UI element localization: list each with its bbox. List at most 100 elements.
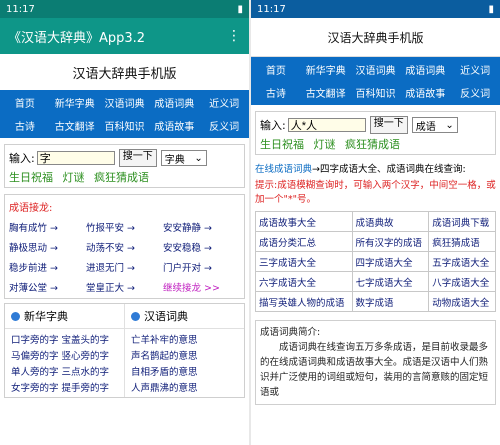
continue-jielong-link[interactable]: 继续接龙 >>	[163, 280, 240, 294]
table-cell[interactable]: 六字成语大全	[255, 271, 353, 292]
nav-bar: 首页 新华字典 汉语词典 成语词典 近义词 古诗 古文翻译 百科知识 成语故事 …	[251, 57, 500, 105]
nav-item[interactable]: 反义词	[199, 118, 249, 133]
table-row: 描写英雄人物的成语 数字成语 动物成语大全	[255, 291, 496, 312]
table-cell[interactable]: 四字成语大全	[351, 251, 430, 272]
quick-link[interactable]: 疯狂猜成语	[345, 138, 400, 151]
list-item[interactable]: 亡羊补牢的意思	[131, 333, 244, 349]
app-bar: 《汉语大辞典》App3.2 ⋮	[0, 18, 249, 54]
quick-links: 生日祝福 灯谜 疯狂猜成语	[260, 136, 491, 152]
nav-item[interactable]: 汉语词典	[351, 62, 401, 77]
nav-item[interactable]: 古诗	[251, 85, 301, 100]
table-cell[interactable]: 所有汉字的成语	[351, 231, 430, 252]
nav-item[interactable]: 新华字典	[301, 62, 351, 77]
nav-item[interactable]: 成语故事	[149, 118, 199, 133]
nav-item[interactable]: 首页	[251, 62, 301, 77]
search-box: 输入: 搜一下 字典⌄ 生日祝福 灯谜 疯狂猜成语	[4, 144, 245, 188]
cidian-header: 汉语词典	[125, 304, 244, 329]
status-bar: 11:17 ▮	[0, 0, 249, 18]
list-item[interactable]: 马偏旁的字 竖心旁的字	[11, 349, 124, 365]
search-tip: 提示:成语模糊查询时，可输入两个汉字，中间空一格，或加一个"*"号。	[255, 180, 496, 205]
chevron-down-icon: ⌄	[445, 119, 454, 131]
quick-link[interactable]: 疯狂猜成语	[94, 171, 149, 184]
nav-item[interactable]: 反义词	[450, 85, 500, 100]
table-row: 成语分类汇总 所有汉字的成语 疯狂猜成语	[255, 231, 496, 252]
table-cell[interactable]: 成语典故	[351, 211, 430, 232]
nav-item[interactable]: 近义词	[199, 95, 249, 110]
xinhua-title[interactable]: 新华字典	[24, 308, 68, 324]
search-box: 输入: 搜一下 成语⌄ 生日祝福 灯谜 疯狂猜成语	[255, 111, 496, 155]
table-cell[interactable]: 成语故事大全	[255, 211, 353, 232]
intro-text: 成语词典在线查询五万多条成语，是目前收录最多的在线成语词典和成语故事大全。成语是…	[260, 342, 489, 398]
jielong-grid: 胸有成竹 → 竹报平安 → 安安静静 → 静极思动 → 动荡不安 → 安安稳稳 …	[9, 220, 240, 294]
jielong-item[interactable]: 安安静静 →	[163, 220, 240, 234]
list-item[interactable]: 声名鹊起的意思	[131, 349, 244, 365]
table-cell[interactable]: 动物成语大全	[428, 291, 496, 312]
xinhua-header: 新华字典	[5, 304, 124, 329]
nav-item[interactable]: 近义词	[450, 62, 500, 77]
table-cell[interactable]: 成语分类汇总	[255, 231, 353, 252]
cidian-title[interactable]: 汉语词典	[144, 308, 188, 324]
cidian-column: 汉语词典 亡羊补牢的意思 声名鹊起的意思 自相矛盾的意思 人声鼎沸的意思	[124, 304, 244, 397]
search-label: 输入:	[9, 152, 35, 165]
search-button[interactable]: 搜一下	[118, 149, 157, 167]
list-item[interactable]: 人声鼎沸的意思	[131, 381, 244, 397]
battery-icon: ▮	[488, 3, 494, 15]
search-input[interactable]	[287, 118, 366, 132]
nav-item[interactable]: 百科知识	[100, 118, 150, 133]
nav-item[interactable]: 成语词典	[400, 62, 450, 77]
jielong-item[interactable]: 进退无门 →	[86, 260, 163, 274]
quick-links: 生日祝福 灯谜 疯狂猜成语	[9, 169, 240, 185]
battery-icon: ▮	[237, 3, 243, 15]
table-row: 三字成语大全 四字成语大全 五字成语大全	[255, 251, 496, 272]
jielong-item[interactable]: 胸有成竹 →	[9, 220, 86, 234]
nav-item[interactable]: 新华字典	[50, 95, 100, 110]
table-cell[interactable]: 八字成语大全	[428, 271, 496, 292]
search-label: 输入:	[260, 119, 286, 132]
search-button[interactable]: 搜一下	[369, 116, 408, 134]
jielong-item[interactable]: 动荡不安 →	[86, 240, 163, 254]
nav-item[interactable]: 成语词典	[149, 95, 199, 110]
table-cell[interactable]: 数字成语	[351, 291, 430, 312]
jielong-item[interactable]: 安安稳稳 →	[163, 240, 240, 254]
nav-item[interactable]: 百科知识	[351, 85, 401, 100]
chevron-down-icon: ⌄	[194, 152, 203, 164]
table-cell[interactable]: 七字成语大全	[351, 271, 430, 292]
jielong-item[interactable]: 门户开对 →	[163, 260, 240, 274]
right-screen: 11:17 ▮ 汉语大辞典手机版 首页 新华字典 汉语词典 成语词典 近义词 古…	[251, 0, 500, 445]
quick-link[interactable]: 生日祝福	[9, 171, 53, 184]
table-cell[interactable]: 成语词典下载	[428, 211, 496, 232]
search-type-select[interactable]: 字典 ⌄	[160, 150, 207, 166]
jielong-item[interactable]: 稳步前进 →	[9, 260, 86, 274]
list-item[interactable]: 女字旁的字 提手旁的字	[11, 381, 124, 397]
search-input[interactable]	[36, 151, 115, 165]
search-type-select[interactable]: 成语 ⌄	[411, 117, 458, 133]
idiom-dict-link[interactable]: 在线成语词典	[255, 164, 312, 175]
table-cell[interactable]: 三字成语大全	[255, 251, 353, 272]
nav-item[interactable]: 成语故事	[400, 85, 450, 100]
jielong-item[interactable]: 堂皇正大 →	[86, 280, 163, 294]
nav-item[interactable]: 汉语词典	[100, 95, 150, 110]
jielong-item[interactable]: 静极思动 →	[9, 240, 86, 254]
quick-link[interactable]: 灯谜	[314, 138, 336, 151]
intro-title: 成语词典简介:	[260, 327, 321, 338]
list-item[interactable]: 口字旁的字 宝盖头的字	[11, 333, 124, 349]
bullet-icon	[11, 311, 20, 321]
page-title: 汉语大辞典手机版	[251, 18, 500, 57]
jielong-item[interactable]: 竹报平安 →	[86, 220, 163, 234]
nav-item[interactable]: 古诗	[0, 118, 50, 133]
overflow-menu-icon[interactable]: ⋮	[227, 28, 241, 44]
nav-item[interactable]: 古文翻译	[301, 85, 351, 100]
left-screen: 11:17 ▮ 《汉语大辞典》App3.2 ⋮ 汉语大辞典手机版 首页 新华字典…	[0, 0, 249, 445]
table-row: 成语故事大全 成语典故 成语词典下载	[255, 211, 496, 232]
table-cell[interactable]: 描写英雄人物的成语	[255, 291, 353, 312]
nav-item[interactable]: 古文翻译	[50, 118, 100, 133]
table-cell[interactable]: 五字成语大全	[428, 251, 496, 272]
jielong-item[interactable]: 对薄公堂 →	[9, 280, 86, 294]
quick-link[interactable]: 生日祝福	[260, 138, 304, 151]
quick-link[interactable]: 灯谜	[63, 171, 85, 184]
jielong-title: 成语接龙:	[9, 203, 53, 214]
list-item[interactable]: 单人旁的字 三点水的字	[11, 365, 124, 381]
nav-item[interactable]: 首页	[0, 95, 50, 110]
list-item[interactable]: 自相矛盾的意思	[131, 365, 244, 381]
table-cell[interactable]: 疯狂猜成语	[428, 231, 496, 252]
